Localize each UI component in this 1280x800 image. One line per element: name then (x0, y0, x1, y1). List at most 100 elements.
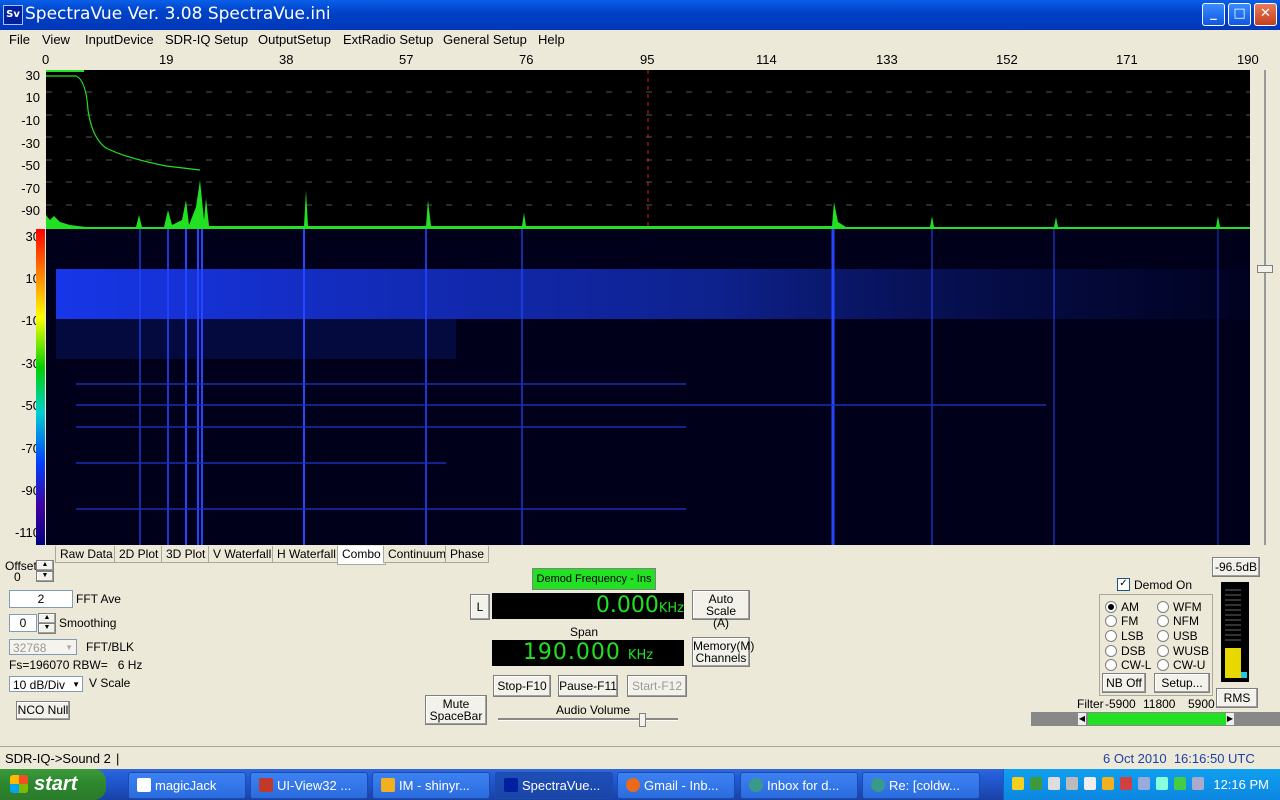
tab-continuum[interactable]: Continuum (383, 546, 452, 563)
vscale-select[interactable]: 10 dB/Div ▼ (9, 676, 83, 692)
y-tick: -90 (21, 203, 40, 218)
y-tick: 30 (25, 68, 40, 83)
pause-button[interactable]: Pause-F11 (558, 675, 618, 697)
task-magicjack[interactable]: magicJack (128, 772, 246, 799)
rms-button[interactable]: RMS (1216, 688, 1258, 708)
menu-general-setup[interactable]: General Setup (443, 32, 527, 47)
audio-volume-slider[interactable] (639, 713, 646, 727)
maximize-button[interactable]: □ (1228, 3, 1251, 26)
radio-cw-u[interactable] (1157, 659, 1169, 671)
tab-3d-plot[interactable]: 3D Plot (161, 546, 211, 563)
audio-volume-track[interactable] (498, 718, 678, 721)
chat-icon[interactable] (1138, 777, 1150, 790)
clock[interactable]: 12:16 PM (1213, 777, 1269, 792)
filter-high: 5900 (1188, 697, 1215, 711)
filter-width: 11800 (1143, 697, 1176, 711)
minimize-button[interactable]: _ (1202, 3, 1225, 26)
radio-nfm[interactable] (1157, 615, 1169, 627)
x-tick: 19 (159, 52, 174, 67)
tray-app-icon[interactable] (1030, 777, 1042, 790)
start-button[interactable]: Start-F12 (627, 675, 687, 697)
task-re-coldw[interactable]: Re: [coldw... (862, 772, 980, 799)
auto-scale-shortcut: (A) (713, 616, 729, 630)
menu-inputdevice[interactable]: InputDevice (85, 32, 154, 47)
device-icon[interactable] (1192, 777, 1204, 790)
filter-left-handle[interactable]: ◀ (1078, 713, 1086, 725)
y-tick: 10 (25, 90, 40, 105)
start-button[interactable]: start (0, 769, 106, 800)
windows-logo-icon (10, 775, 28, 793)
menu-file[interactable]: File (9, 32, 30, 47)
offset-up-button[interactable]: ▲ (36, 560, 54, 571)
menu-extradio-setup[interactable]: ExtRadio Setup (343, 32, 433, 47)
mode-wfm-label: WFM (1173, 600, 1202, 614)
app-icon[interactable]: Sv (3, 5, 23, 25)
radio-fm[interactable] (1105, 615, 1117, 627)
task-inbox[interactable]: Inbox for d... (740, 772, 858, 799)
radio-wusb[interactable] (1157, 645, 1169, 657)
speaker-icon[interactable] (1084, 777, 1096, 790)
span-display[interactable]: 190.000 KHz (492, 640, 684, 666)
mute-button[interactable]: Mute SpaceBar (425, 695, 487, 725)
radio-wfm[interactable] (1157, 601, 1169, 613)
radio-dsb[interactable] (1105, 645, 1117, 657)
menu-bar: File View InputDevice SDR-IQ Setup Outpu… (0, 30, 1280, 50)
frequency-value: 0.000 (595, 593, 659, 618)
color-scale-bar (36, 229, 45, 545)
display-scroll-track (1264, 70, 1266, 545)
vscale-value: 10 dB/Div (13, 678, 66, 692)
network-icon[interactable] (1066, 777, 1078, 790)
x-tick: 190 (1237, 52, 1259, 67)
l-button[interactable]: L (470, 594, 490, 620)
tab-combo[interactable]: Combo (337, 546, 386, 565)
frequency-display[interactable]: 0.000KHz (492, 593, 684, 619)
radio-usb[interactable] (1157, 630, 1169, 642)
task-ui-view32[interactable]: UI-View32 ... (250, 772, 368, 799)
task-gmail[interactable]: Gmail - Inb... (617, 772, 735, 799)
smoothing-down-button[interactable]: ▼ (38, 623, 56, 634)
tab-raw-data[interactable]: Raw Data (55, 546, 118, 563)
filter-low: -5900 (1105, 697, 1136, 711)
mode-usb-label: USB (1173, 629, 1198, 643)
radio-am[interactable] (1105, 601, 1117, 613)
task-label: Re: [coldw... (889, 778, 960, 793)
radio-lsb[interactable] (1105, 630, 1117, 642)
tab-h-waterfall[interactable]: H Waterfall (272, 546, 341, 563)
waterfall-display[interactable] (46, 229, 1250, 545)
messenger-tray-icon[interactable] (1102, 777, 1114, 790)
tab-phase[interactable]: Phase (445, 546, 490, 563)
menu-sdr-iq-setup[interactable]: SDR-IQ Setup (165, 32, 248, 47)
nb-off-button[interactable]: NB Off (1102, 673, 1146, 693)
setup-button[interactable]: Setup... (1154, 673, 1210, 693)
display-scroll-handle[interactable] (1257, 265, 1273, 273)
calculator-tray-icon[interactable] (1048, 777, 1060, 790)
offset-down-button[interactable]: ▼ (36, 571, 54, 582)
spectrum-plot[interactable] (46, 70, 1250, 230)
tab-v-waterfall[interactable]: V Waterfall (208, 546, 277, 563)
window-title: SpectraVue Ver. 3.08 SpectraVue.ini (25, 4, 331, 24)
task-im[interactable]: IM - shinyr... (372, 772, 490, 799)
fft-ave-input[interactable]: 2 (9, 590, 73, 608)
demod-frequency-button[interactable]: Demod Frequency - Ins (532, 568, 656, 590)
demod-on-checkbox[interactable]: ✓ (1117, 578, 1130, 591)
smoothing-input[interactable]: 0 (9, 614, 37, 632)
auto-scale-button[interactable]: Auto Scale (A) (692, 590, 750, 629)
network-status-icon[interactable] (1156, 777, 1168, 790)
security-icon[interactable] (1120, 777, 1132, 790)
menu-help[interactable]: Help (538, 32, 565, 47)
tab-2d-plot[interactable]: 2D Plot (114, 546, 164, 563)
filter-right-handle[interactable]: ▶ (1226, 713, 1234, 725)
nco-null-button[interactable]: NCO Null (16, 701, 70, 720)
memory-channels-button[interactable]: Memory(M) Channels (692, 637, 754, 667)
update-icon[interactable] (1174, 777, 1186, 790)
filter-bar[interactable]: ◀ ▶ (1031, 712, 1280, 726)
radio-cw-l[interactable] (1105, 659, 1117, 671)
menu-view[interactable]: View (42, 32, 70, 47)
close-button[interactable]: ✕ (1254, 3, 1277, 26)
task-spectravue[interactable]: SpectraVue... (495, 772, 613, 799)
x-tick: 0 (42, 52, 50, 67)
mode-cw-l-label: CW-L (1121, 658, 1152, 672)
menu-outputsetup[interactable]: OutputSetup (258, 32, 331, 47)
stop-button[interactable]: Stop-F10 (493, 675, 551, 697)
shield-icon[interactable] (1012, 777, 1024, 790)
